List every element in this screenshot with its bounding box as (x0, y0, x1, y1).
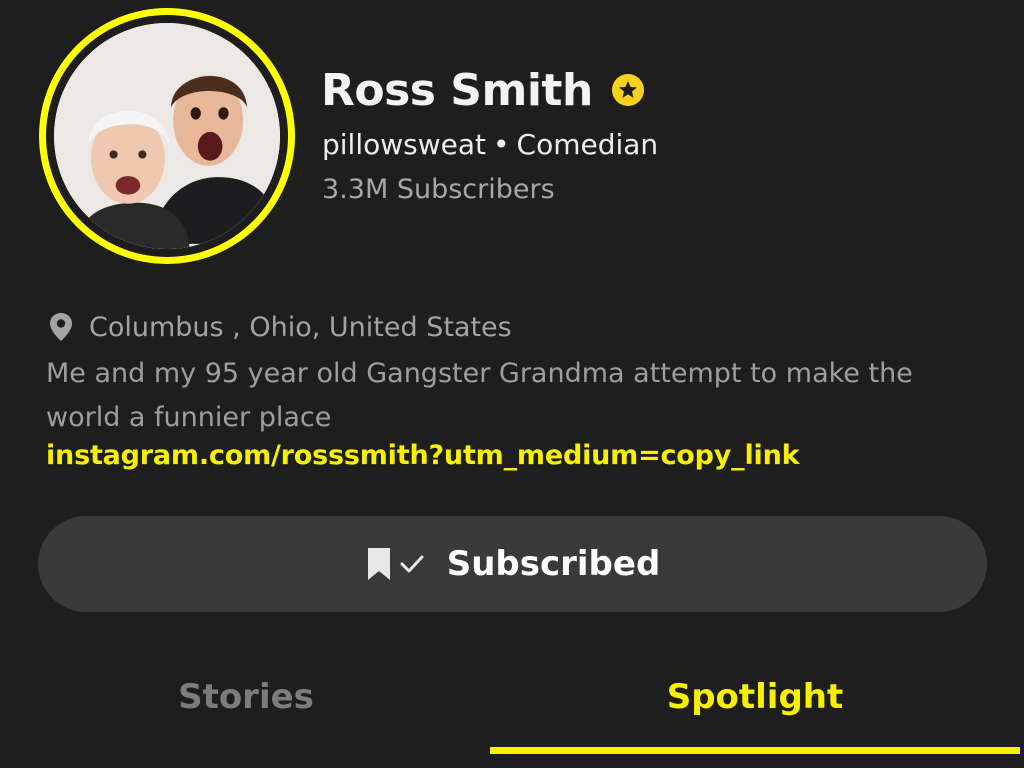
avatar[interactable] (39, 8, 295, 264)
location-row: Columbus , Ohio, United States (49, 308, 512, 346)
subscribed-icons (365, 546, 425, 582)
name-row: Ross Smith (321, 62, 645, 118)
subscribed-label: Subscribed (446, 544, 661, 584)
bio-description: Me and my 95 year old Gangster Grandma a… (46, 358, 913, 433)
profile-page: Ross Smith pillowsweat • Comedian 3.3M Sub… (0, 0, 1024, 768)
location-pin-icon (49, 312, 73, 342)
display-name: Ross Smith (321, 64, 593, 116)
profile-photo-illustration (54, 23, 280, 249)
subscribed-button[interactable]: Subscribed (38, 516, 987, 612)
tab-stories[interactable]: Stories (0, 662, 492, 732)
profile-link[interactable]: instagram.com/rosssmith?utm_medium=copy_… (46, 440, 800, 471)
bookmark-icon (365, 546, 393, 582)
star-badge-icon (611, 73, 645, 107)
tab-spotlight[interactable]: Spotlight (490, 662, 1020, 732)
separator: • (493, 128, 510, 161)
category: Comedian (516, 128, 659, 161)
username-category-line: pillowsweat • Comedian (322, 128, 658, 161)
checkmark-icon (399, 553, 425, 575)
subscriber-count: 3.3M Subscribers (322, 174, 555, 205)
profile-photo (54, 23, 280, 249)
active-tab-indicator (490, 747, 1020, 754)
avatar-ring-gap (46, 15, 288, 257)
location-text: Columbus , Ohio, United States (89, 311, 512, 343)
username[interactable]: pillowsweat (322, 128, 486, 161)
